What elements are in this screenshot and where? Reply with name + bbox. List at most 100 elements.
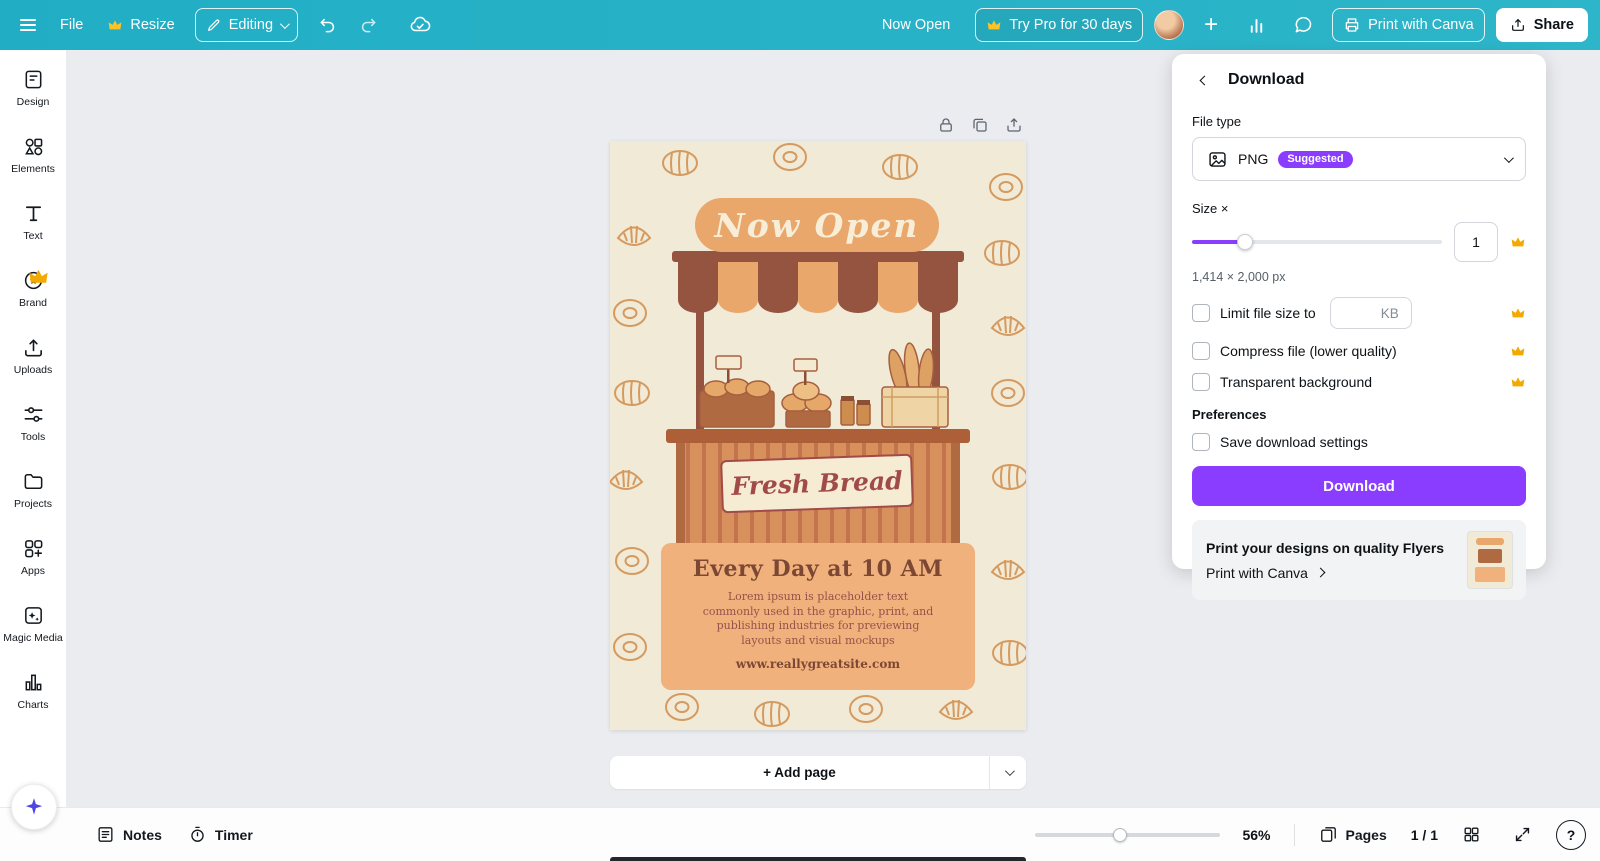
sidebar-item-apps[interactable]: Apps xyxy=(0,523,66,590)
sidebar-item-label: Projects xyxy=(14,498,52,510)
limit-file-size-row: Limit file size to KB xyxy=(1192,297,1526,329)
notes-button[interactable]: Notes xyxy=(88,817,170,853)
sidebar-item-text[interactable]: Text xyxy=(0,188,66,255)
flyer-headline[interactable]: Now Open xyxy=(695,198,939,252)
sidebar-item-magic-media[interactable]: Magic Media xyxy=(0,590,66,657)
canva-assistant-button[interactable] xyxy=(11,784,57,830)
grid-view-icon xyxy=(1462,825,1481,844)
file-size-input[interactable]: KB xyxy=(1330,297,1412,329)
sidebar-item-design[interactable]: Design xyxy=(0,54,66,121)
undo-icon xyxy=(318,15,338,35)
size-slider[interactable] xyxy=(1192,240,1442,244)
lock-page-button[interactable] xyxy=(932,111,960,139)
sidebar-item-uploads[interactable]: Uploads xyxy=(0,322,66,389)
flyer-subheadline[interactable]: Every Day at 10 AM xyxy=(661,556,975,582)
size-multiplier-input[interactable]: 1 xyxy=(1454,222,1498,262)
print-with-canva-button[interactable]: Print with Canva xyxy=(1332,8,1485,42)
save-settings-checkbox[interactable] xyxy=(1192,433,1210,451)
redo-button[interactable] xyxy=(350,7,386,43)
file-menu-button[interactable]: File xyxy=(50,8,93,42)
save-status-button[interactable] xyxy=(402,7,438,43)
page-indicator: 1 / 1 xyxy=(1411,827,1438,843)
notes-label: Notes xyxy=(123,827,162,843)
grid-view-button[interactable] xyxy=(1454,817,1489,853)
undo-button[interactable] xyxy=(310,7,346,43)
zoom-slider[interactable] xyxy=(1035,833,1220,837)
redo-icon xyxy=(358,15,378,35)
share-button[interactable]: Share xyxy=(1496,8,1588,42)
timer-icon xyxy=(188,825,207,844)
download-button[interactable]: Download xyxy=(1192,466,1526,506)
pro-crown-icon xyxy=(1510,343,1526,359)
resize-button[interactable]: Resize xyxy=(97,8,184,42)
editing-mode-select[interactable]: Editing xyxy=(195,8,298,42)
hamburger-icon xyxy=(18,15,38,35)
design-page[interactable]: Now Open Fresh Bread Every Day at 10 AM … xyxy=(610,141,1026,730)
object-panel-sidebar: Design Elements Text Brand Uploads Tools… xyxy=(0,50,66,807)
flyer-text-block[interactable]: Every Day at 10 AM Lorem ipsum is placeh… xyxy=(661,543,975,690)
size-row: 1 xyxy=(1192,222,1526,262)
preferences-label: Preferences xyxy=(1192,407,1526,422)
compress-checkbox[interactable] xyxy=(1192,342,1210,360)
sidebar-item-elements[interactable]: Elements xyxy=(0,121,66,188)
transparent-checkbox[interactable] xyxy=(1192,373,1210,391)
elements-icon xyxy=(22,135,45,158)
export-page-button[interactable] xyxy=(1000,111,1028,139)
add-page-button[interactable]: + Add page xyxy=(610,756,989,789)
chevron-left-icon xyxy=(1199,75,1209,85)
suggested-badge: Suggested xyxy=(1278,151,1352,168)
sidebar-item-label: Magic Media xyxy=(3,632,63,644)
file-type-select[interactable]: PNG Suggested xyxy=(1192,137,1526,181)
add-member-button[interactable]: + xyxy=(1195,9,1227,41)
back-button[interactable] xyxy=(1192,68,1216,92)
avatar[interactable] xyxy=(1154,10,1184,40)
sidebar-item-label: Tools xyxy=(21,431,46,443)
duplicate-page-button[interactable] xyxy=(966,111,994,139)
download-panel: Download File type PNG Suggested Size × … xyxy=(1172,54,1546,569)
timer-button[interactable]: Timer xyxy=(180,817,261,853)
printer-icon xyxy=(1343,16,1361,34)
chevron-down-icon xyxy=(1504,153,1514,163)
insights-button[interactable] xyxy=(1238,7,1274,43)
sidebar-item-brand[interactable]: Brand xyxy=(0,255,66,322)
design-icon xyxy=(22,68,45,91)
question-mark-icon: ? xyxy=(1567,827,1576,843)
promo-link[interactable]: Print with Canva xyxy=(1206,565,1456,581)
chat-bubble-icon xyxy=(1293,15,1313,35)
pro-crown-icon xyxy=(986,17,1002,33)
pages-button[interactable]: Pages xyxy=(1311,817,1395,853)
sidebar-item-projects[interactable]: Projects xyxy=(0,456,66,523)
transparent-row: Transparent background xyxy=(1192,373,1526,391)
lock-icon xyxy=(937,116,955,134)
magic-media-icon xyxy=(22,604,45,627)
pro-crown-icon xyxy=(27,265,50,288)
try-pro-button[interactable]: Try Pro for 30 days xyxy=(975,8,1143,42)
flyer-body-text[interactable]: Lorem ipsum is placeholder text commonly… xyxy=(702,590,934,648)
add-page-dropdown-button[interactable] xyxy=(990,756,1026,789)
limit-file-size-checkbox[interactable] xyxy=(1192,304,1210,322)
flyer-sign-text[interactable]: Fresh Bread xyxy=(720,454,914,514)
folder-icon xyxy=(22,470,45,493)
zoom-slider-handle[interactable] xyxy=(1113,828,1127,842)
chevron-down-icon xyxy=(280,19,290,29)
sidebar-item-charts[interactable]: Charts xyxy=(0,657,66,724)
pro-crown-icon xyxy=(107,17,123,33)
comments-button[interactable] xyxy=(1285,7,1321,43)
footer-bar: Notes Timer 56% Pages 1 / 1 ? xyxy=(0,807,1600,861)
add-page-label: + Add page xyxy=(763,765,836,780)
size-slider-handle[interactable] xyxy=(1237,234,1253,250)
zoom-level[interactable]: 56% xyxy=(1236,827,1278,843)
main-menu-button[interactable] xyxy=(10,7,46,43)
fullscreen-button[interactable] xyxy=(1505,817,1540,853)
flyer-website[interactable]: www.reallygreatsite.com xyxy=(661,657,975,671)
sidebar-item-label: Design xyxy=(17,96,50,108)
design-title[interactable]: Now Open xyxy=(882,17,951,33)
pro-crown-icon xyxy=(1510,374,1526,390)
divider xyxy=(1294,824,1295,846)
pro-crown-icon xyxy=(1510,305,1526,321)
help-button[interactable]: ? xyxy=(1556,820,1586,850)
print-promo-card[interactable]: Print your designs on quality Flyers Pri… xyxy=(1192,520,1526,600)
image-icon xyxy=(1207,149,1228,170)
fullscreen-icon xyxy=(1513,825,1532,844)
sidebar-item-tools[interactable]: Tools xyxy=(0,389,66,456)
